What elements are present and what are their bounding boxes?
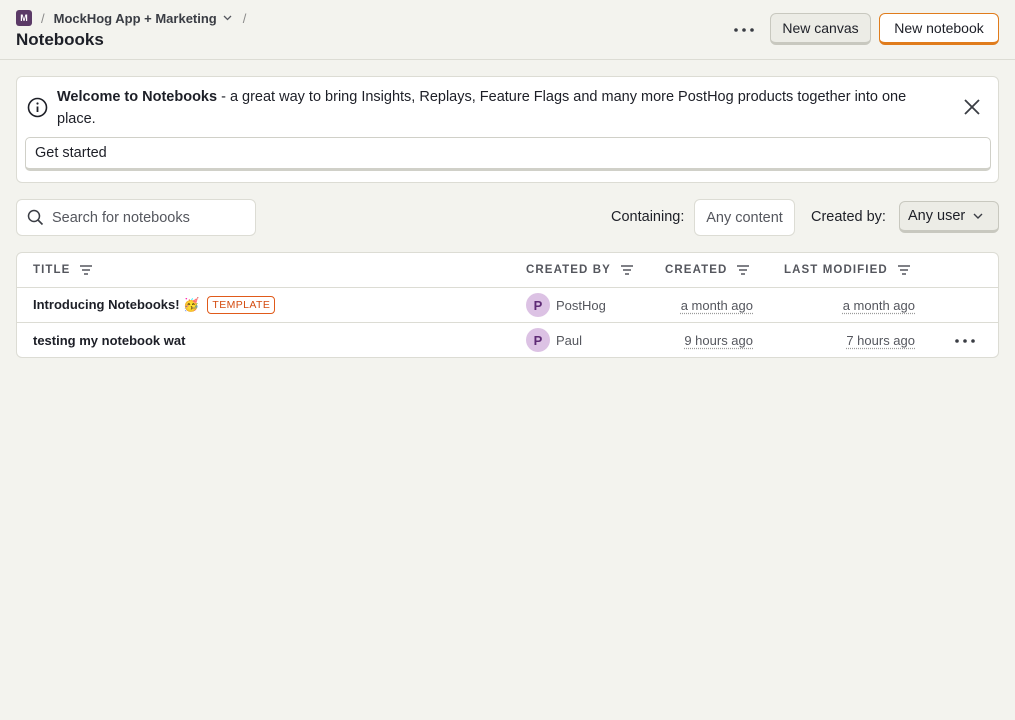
notebooks-table: TITLE CREATED BY CREATED LAST MODIFIED I… xyxy=(16,252,999,358)
created-by-value: Any user xyxy=(908,208,966,224)
created-cell: 9 hours ago xyxy=(684,323,753,357)
more-horizontal-icon xyxy=(734,28,754,32)
creator-name: PostHog xyxy=(556,297,606,313)
column-header-last-modified[interactable]: LAST MODIFIED xyxy=(784,253,911,287)
last-modified-time: a month ago xyxy=(842,297,915,313)
welcome-message: Welcome to Notebooks - a great way to br… xyxy=(57,86,947,130)
last-modified-time: 7 hours ago xyxy=(846,332,915,348)
welcome-banner: Welcome to Notebooks - a great way to br… xyxy=(16,76,999,183)
sort-icon xyxy=(620,265,633,275)
last-modified-cell: a month ago xyxy=(843,288,915,322)
info-icon xyxy=(27,97,48,118)
sort-icon xyxy=(737,265,750,275)
close-icon xyxy=(964,99,980,115)
chevron-down-icon xyxy=(973,213,983,219)
column-header-label: CREATED xyxy=(665,264,728,276)
created-time: 9 hours ago xyxy=(684,332,753,348)
title-cell: testing my notebook wat xyxy=(33,323,185,357)
project-avatar: M xyxy=(16,10,32,26)
created-by-select[interactable]: Any user xyxy=(899,201,999,233)
breadcrumb-separator: / xyxy=(41,10,45,26)
search-icon xyxy=(27,209,44,226)
table-row[interactable]: Introducing Notebooks! 🥳 TEMPLATE P Post… xyxy=(17,287,998,322)
column-header-label: CREATED BY xyxy=(526,264,611,276)
table-row[interactable]: testing my notebook wat P Paul 9 hours a… xyxy=(17,322,998,357)
sort-icon xyxy=(80,265,93,275)
notebook-title-link[interactable]: Introducing Notebooks! 🥳 xyxy=(33,297,199,313)
search-field[interactable] xyxy=(16,199,256,236)
row-more-button[interactable] xyxy=(953,329,977,353)
column-header-created-by[interactable]: CREATED BY xyxy=(526,253,634,287)
created-by-label: Created by: xyxy=(811,209,886,225)
creator-name: Paul xyxy=(556,332,583,348)
top-bar: M / MockHog App + Marketing / Notebooks … xyxy=(0,0,1015,60)
more-options-button[interactable] xyxy=(731,18,757,42)
sort-icon xyxy=(897,265,910,275)
new-canvas-button[interactable]: New canvas xyxy=(770,13,871,45)
column-header-label: TITLE xyxy=(33,264,71,276)
dismiss-banner-button[interactable] xyxy=(962,97,982,117)
content-filter-select[interactable]: Any content xyxy=(694,199,795,236)
last-modified-cell: 7 hours ago xyxy=(846,323,915,357)
notebook-title-link[interactable]: testing my notebook wat xyxy=(33,333,185,348)
template-badge: TEMPLATE xyxy=(207,296,276,314)
breadcrumb-separator: / xyxy=(242,10,247,26)
title-cell: Introducing Notebooks! 🥳 TEMPLATE xyxy=(33,288,276,322)
created-time: a month ago xyxy=(680,297,753,313)
chevron-down-icon xyxy=(223,15,232,21)
avatar: P xyxy=(526,293,550,317)
containing-label: Containing: xyxy=(611,209,685,225)
welcome-title: Welcome to Notebooks xyxy=(57,89,218,105)
new-notebook-button[interactable]: New notebook xyxy=(879,13,999,45)
search-input[interactable] xyxy=(52,209,242,226)
get-started-button[interactable]: Get started xyxy=(25,137,991,171)
created-by-cell: P Paul xyxy=(526,323,582,357)
breadcrumb: M / MockHog App + Marketing / xyxy=(16,10,255,26)
page-title: Notebooks xyxy=(16,30,104,49)
column-header-label: LAST MODIFIED xyxy=(784,264,888,276)
column-header-created[interactable]: CREATED xyxy=(665,253,750,287)
created-cell: a month ago xyxy=(681,288,753,322)
created-by-cell: P PostHog xyxy=(526,288,606,322)
project-name: MockHog App + Marketing xyxy=(53,10,217,26)
more-horizontal-icon xyxy=(955,339,975,343)
avatar: P xyxy=(526,328,550,352)
project-switcher[interactable]: MockHog App + Marketing xyxy=(54,11,232,26)
column-header-title[interactable]: TITLE xyxy=(33,253,93,287)
